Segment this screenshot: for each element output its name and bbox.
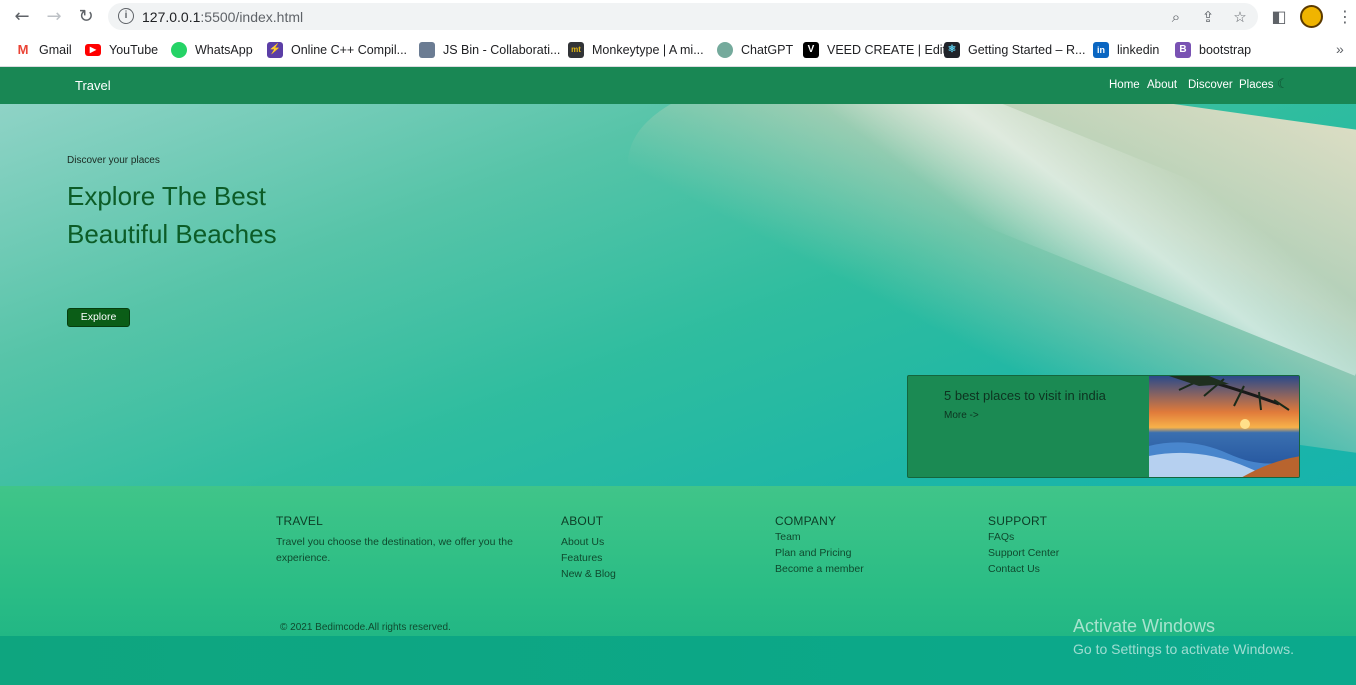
windows-activation-watermark: Activate Windows Go to Settings to activ… [1073, 616, 1294, 657]
info-icon[interactable]: i [118, 8, 134, 24]
jsbin-icon [419, 42, 435, 58]
footer-heading: COMPANY [775, 514, 837, 528]
chevron-right-icon[interactable]: » [1336, 41, 1344, 57]
whatsapp-icon [171, 42, 187, 58]
footer-link[interactable]: Team [775, 529, 864, 545]
hero-title: Explore The Best Beautiful Beaches [67, 181, 277, 249]
veed-icon: V [803, 42, 819, 58]
browser-toolbar: ← → ↻ i 127.0.0.1:5500/index.html ⌕ ⇪ ☆ … [0, 0, 1356, 33]
bookmark-label: Online C++ Compil... [291, 43, 408, 57]
url-text[interactable]: 127.0.0.1:5500/index.html [142, 9, 303, 25]
beach-sunset-image [1149, 376, 1299, 477]
bookmark-gmail[interactable]: M Gmail [15, 41, 72, 59]
bootstrap-icon: B [1175, 42, 1191, 58]
footer-link[interactable]: FAQs [988, 529, 1059, 545]
bookmark-whatsapp[interactable]: WhatsApp [171, 41, 253, 59]
card-more-link[interactable]: More -> [944, 410, 979, 421]
card-title: 5 best places to visit in india [944, 388, 1106, 403]
linkedin-icon: in [1093, 42, 1109, 58]
watermark-line1: Activate Windows [1073, 616, 1216, 636]
footer-link[interactable]: Become a member [775, 561, 864, 577]
bolt-icon: ⚡ [267, 42, 283, 58]
profile-avatar[interactable] [1300, 5, 1323, 28]
hero-section: Discover your places Explore The Best Be… [0, 104, 1356, 486]
bookmark-label: VEED CREATE | Edit [827, 43, 947, 57]
nav-discover[interactable]: Discover [1188, 79, 1233, 91]
footer-text: Travel you choose the destination, we of… [276, 536, 513, 564]
nav-places[interactable]: Places [1239, 79, 1274, 91]
bookmark-label: JS Bin - Collaborati... [443, 43, 561, 57]
footer-heading: ABOUT [561, 514, 604, 528]
footer-heading: SUPPORT [988, 514, 1048, 528]
hero-subtitle: Discover your places [67, 155, 160, 166]
bookmark-bootstrap[interactable]: Bbootstrap [1175, 41, 1251, 59]
bookmark-react[interactable]: ⚛ Getting Started – R... [944, 41, 1085, 59]
bookmark-linkedin[interactable]: in linkedin [1093, 41, 1159, 59]
footer-link[interactable]: About Us [561, 534, 616, 550]
react-icon: ⚛ [944, 42, 960, 58]
forward-icon[interactable]: → [43, 6, 65, 28]
footer-link[interactable]: Contact Us [988, 561, 1059, 577]
bookmark-label: Getting Started – R... [968, 43, 1086, 57]
nav-home[interactable]: Home [1109, 79, 1140, 91]
footer-col-travel: TRAVEL Travel you choose the destination… [276, 514, 526, 566]
youtube-icon: ▶ [85, 44, 101, 56]
footer-link[interactable]: Features [561, 550, 616, 566]
bookmark-label: bootstrap [1199, 43, 1252, 57]
nav-about[interactable]: About [1147, 79, 1177, 91]
sidebar-icon[interactable]: ◧ [1268, 6, 1290, 28]
star-icon[interactable]: ☆ [1230, 7, 1250, 27]
footer-link[interactable]: New & Blog [561, 566, 616, 582]
bookmark-label: YouTube [109, 43, 159, 57]
address-bar[interactable]: i 127.0.0.1:5500/index.html ⌕ ⇪ ☆ [108, 3, 1258, 30]
bookmark-online-cpp[interactable]: ⚡ Online C++ Compil... [267, 41, 407, 59]
chatgpt-icon [717, 42, 733, 58]
monkeytype-icon: mt [568, 42, 584, 58]
brand-logo[interactable]: Travel [75, 78, 111, 93]
footer-heading: TRAVEL [276, 514, 323, 528]
share-icon[interactable]: ⇪ [1198, 7, 1218, 27]
bookmark-label: linkedin [1117, 43, 1160, 57]
reload-icon[interactable]: ↻ [75, 6, 97, 28]
bookmark-chatgpt[interactable]: ChatGPT [717, 41, 793, 59]
back-icon[interactable]: ← [11, 6, 33, 28]
bookmark-label: Gmail [39, 43, 72, 57]
footer-col-support: SUPPORT FAQs Support Center Contact Us [988, 514, 1059, 577]
places-card[interactable]: 5 best places to visit in india More -> [907, 375, 1300, 478]
footer-link[interactable]: Support Center [988, 545, 1059, 561]
gmail-icon: M [15, 42, 31, 58]
zoom-icon[interactable]: ⌕ [1166, 7, 1186, 27]
copyright-text: © 2021 Bedimcode.All rights reserved. [280, 622, 451, 633]
site-navbar: Travel Home About Discover Places ☾ [0, 67, 1356, 104]
bookmark-label: WhatsApp [195, 43, 253, 57]
explore-button[interactable]: Explore [67, 308, 130, 327]
bookmark-veed[interactable]: V VEED CREATE | Edit [803, 41, 946, 59]
footer-col-about: ABOUT About Us Features New & Blog [561, 514, 616, 582]
moon-icon[interactable]: ☾ [1277, 77, 1289, 92]
bookmark-label: Monkeytype | A mi... [592, 43, 704, 57]
bookmarks-bar: M Gmail ▶ YouTube WhatsApp ⚡ Online C++ Com… [0, 33, 1356, 67]
footer-col-company: COMPANY Team Plan and Pricing Become a m… [775, 514, 864, 577]
bookmark-jsbin[interactable]: JS Bin - Collaborati... [419, 41, 560, 59]
bookmark-label: ChatGPT [741, 43, 794, 57]
footer-link[interactable]: Plan and Pricing [775, 545, 864, 561]
menu-icon[interactable]: ⋮ [1334, 6, 1356, 28]
bookmark-youtube[interactable]: ▶ YouTube [85, 41, 158, 59]
bookmark-monkeytype[interactable]: mt Monkeytype | A mi... [568, 41, 704, 59]
watermark-line2: Go to Settings to activate Windows. [1073, 641, 1294, 657]
